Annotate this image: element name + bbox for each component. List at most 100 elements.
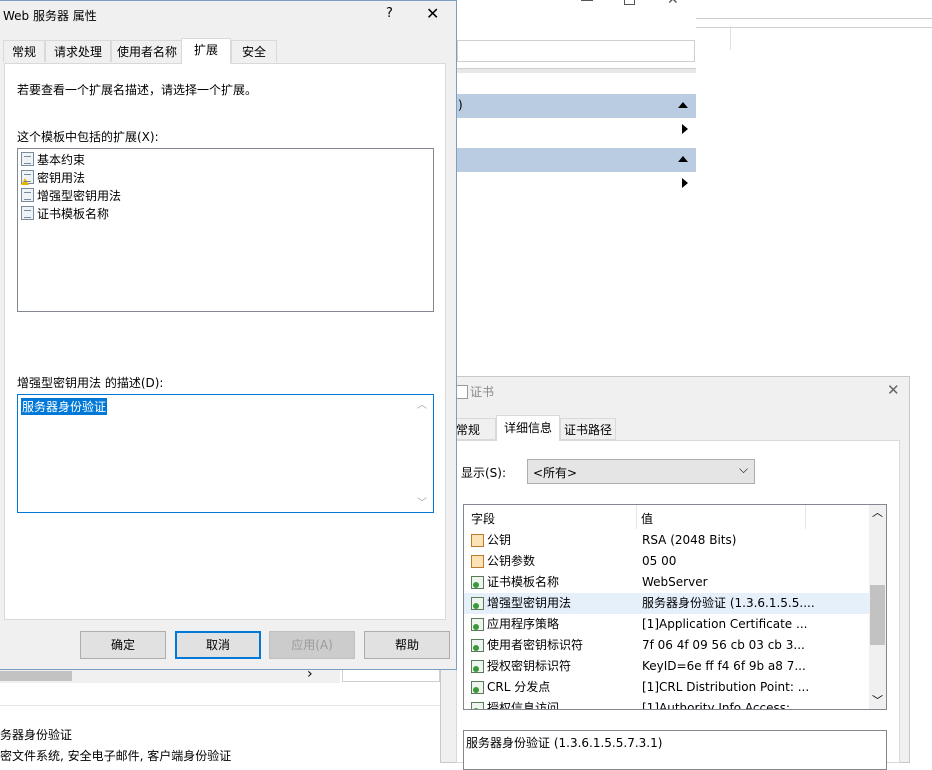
tab-extensions[interactable]: 扩展: [181, 38, 231, 64]
field-name-cell: 授权信息访问: [487, 701, 560, 710]
scroll-up-icon[interactable]: ︿: [872, 505, 883, 520]
scroll-down-icon[interactable]: ﹀: [417, 494, 427, 509]
maximize-icon[interactable]: [624, 0, 635, 5]
field-value-cell: [1]Authority Info Access: ...: [642, 701, 806, 710]
description-textbox[interactable]: 服务器身份验证 ︿ ﹀: [17, 394, 434, 513]
expand-arrow-icon[interactable]: [682, 178, 688, 188]
tab-cert-path[interactable]: 证书路径: [560, 418, 616, 440]
scroll-thumb[interactable]: [870, 585, 885, 645]
detail-text: 服务器身份验证 (1.3.6.1.5.5.7.3.1): [466, 736, 663, 750]
scroll-up-icon[interactable]: ︿: [417, 396, 427, 411]
field-orange-icon: [471, 555, 484, 568]
field-name-cell: 使用者密钥标识符: [487, 638, 584, 652]
background-usage-list: 密文件系统, 安全电子邮件, 客户端身份验证: [0, 749, 232, 763]
table-row[interactable]: 授权密钥标识符 KeyID=6e ff f4 6f 9b a8 7...: [464, 656, 869, 677]
table-row[interactable]: 证书模板名称 WebServer: [464, 572, 869, 593]
warning-icon: [21, 178, 29, 185]
tab-general[interactable]: 常规: [456, 418, 496, 440]
field-name-cell: 应用程序策略: [487, 617, 560, 631]
group-header-1-label: ): [458, 98, 463, 112]
field-value-cell: KeyID=6e ff f4 6f 9b a8 7...: [642, 659, 806, 673]
tab-subject-name[interactable]: 使用者名称: [111, 40, 183, 62]
description-label: 增强型密钥用法 的描述(D):: [17, 376, 164, 390]
cancel-button[interactable]: 取消: [175, 631, 261, 659]
description-text: 服务器身份验证: [21, 398, 108, 415]
expand-arrow-icon[interactable]: [682, 124, 688, 134]
field-value-cell: 服务器身份验证 (1.3.6.1.5.5....: [642, 596, 815, 610]
pane-divider: [696, 18, 932, 28]
list-header-separator: [457, 68, 697, 73]
ok-button[interactable]: 确定: [80, 631, 166, 659]
field-value-cell: [1]CRL Distribution Point: ...: [642, 680, 810, 694]
table-row[interactable]: 使用者密钥标识符 7f 06 4f 09 56 cb 03 cb 3...: [464, 635, 869, 656]
list-item[interactable]: 证书模板名称: [20, 204, 220, 222]
background-usage-text: 务器身份验证: [0, 728, 73, 742]
close-icon[interactable]: ✕: [887, 381, 900, 399]
document-icon: [21, 188, 34, 202]
close-icon[interactable]: ✕: [667, 0, 679, 8]
group-header-2[interactable]: [457, 148, 696, 172]
tab-general[interactable]: 常规: [3, 40, 45, 62]
table-row-selected[interactable]: 增强型密钥用法 服务器身份验证 (1.3.6.1.5.5....: [464, 593, 869, 614]
pane-divider: [730, 26, 731, 50]
list-item-selected[interactable]: 增强型密钥用法: [20, 186, 220, 204]
field-name-cell: CRL 分发点: [487, 680, 551, 694]
show-select-value: <所有>: [533, 466, 578, 480]
help-icon[interactable]: ?: [386, 6, 393, 21]
column-header-field[interactable]: 字段: [471, 510, 495, 527]
list-item[interactable]: 密钥用法: [20, 168, 220, 186]
apply-button[interactable]: 应用(A): [269, 631, 355, 659]
field-list-scrollbar[interactable]: ︿ ﹀: [869, 505, 886, 709]
extension-green-icon: [471, 660, 484, 673]
table-row[interactable]: 公钥参数 05 00: [464, 551, 869, 572]
scroll-down-icon[interactable]: ﹀: [872, 692, 883, 708]
column-header-value[interactable]: 值: [641, 510, 653, 527]
minimize-icon[interactable]: [581, 0, 593, 4]
column-divider[interactable]: [805, 505, 806, 529]
extensions-list[interactable]: 基本约束 密钥用法 增强型密钥用法 证书模板名称: [17, 148, 434, 312]
extension-label: 增强型密钥用法: [37, 189, 122, 203]
hscroll-thumb[interactable]: [0, 671, 72, 681]
extension-label: 密钥用法: [37, 171, 86, 185]
address-box[interactable]: [457, 40, 695, 62]
show-select[interactable]: <所有> ⌵: [527, 459, 755, 484]
close-icon[interactable]: ✕: [426, 4, 439, 23]
extension-label: 基本约束: [37, 153, 86, 167]
document-icon: [21, 206, 34, 220]
field-value-cell: WebServer: [642, 575, 708, 589]
tab-details[interactable]: 详细信息: [496, 415, 560, 441]
background-separator: [0, 705, 440, 706]
column-divider[interactable]: [636, 505, 637, 529]
field-name-cell: 增强型密钥用法: [487, 596, 572, 610]
detail-textbox[interactable]: 服务器身份验证 (1.3.6.1.5.5.7.3.1): [463, 730, 887, 770]
background-panel-edge: [342, 668, 440, 682]
extensions-list-label: 这个模板中包括的扩展(X):: [17, 130, 159, 144]
warning-document-icon: [21, 170, 34, 185]
field-value-cell: RSA (2048 Bits): [642, 533, 737, 547]
background-hscroll[interactable]: ›: [0, 666, 340, 683]
instruction-text: 若要查看一个扩展名描述，请选择一个扩展。: [17, 83, 258, 97]
field-orange-icon: [471, 534, 484, 547]
tab-security[interactable]: 安全: [231, 40, 277, 62]
field-value-cell: 7f 06 4f 09 56 cb 03 cb 3...: [642, 638, 805, 652]
field-list[interactable]: 字段 值 公钥 RSA (2048 Bits) 公钥参数 05 00 证书模板名称 Web…: [463, 504, 887, 710]
document-icon: [21, 152, 34, 166]
tab-request-handling[interactable]: 请求处理: [45, 40, 111, 62]
help-button[interactable]: 帮助: [364, 631, 450, 659]
table-row[interactable]: 授权信息访问 [1]Authority Info Access: ...: [464, 698, 869, 710]
properties-dialog-title: Web 服务器 属性: [3, 9, 97, 23]
table-row[interactable]: 公钥 RSA (2048 Bits): [464, 530, 869, 551]
collapse-arrow-icon[interactable]: [678, 156, 688, 162]
field-value-cell: 05 00: [642, 554, 677, 568]
list-item[interactable]: 基本约束: [20, 150, 220, 168]
chevron-down-icon[interactable]: ⌵: [739, 462, 748, 477]
extension-green-icon: [471, 639, 484, 652]
group-header-1[interactable]: [457, 94, 696, 118]
certificate-dialog-title: 证书: [470, 385, 495, 399]
collapse-arrow-icon[interactable]: [678, 102, 688, 108]
table-row[interactable]: 应用程序策略 [1]Application Certificate ...: [464, 614, 869, 635]
extensions-panel: [4, 63, 446, 620]
extension-green-icon: [471, 597, 484, 610]
table-row[interactable]: CRL 分发点 [1]CRL Distribution Point: ...: [464, 677, 869, 698]
field-name-cell: 公钥参数: [487, 554, 536, 568]
